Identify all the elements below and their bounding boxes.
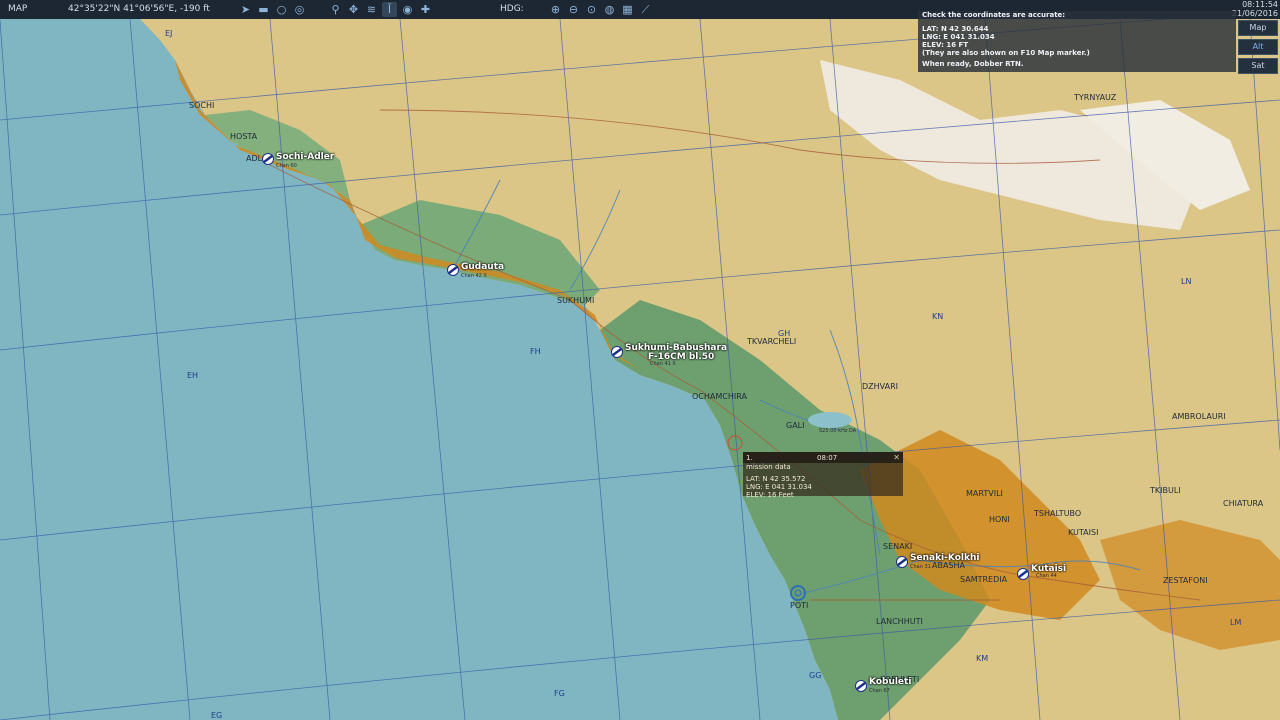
grid-square-label: EH xyxy=(187,371,199,380)
layer-alt-button[interactable]: Alt xyxy=(1238,39,1278,55)
place-label: TKVARCHELI xyxy=(747,337,797,346)
airfield-name: Sochi-Adler xyxy=(276,152,335,162)
airfield-icon[interactable] xyxy=(855,680,867,692)
mission-title: mission data xyxy=(746,463,791,471)
mission-header: 1. 08:07 ✕ xyxy=(743,452,903,463)
place-label: TKIBULI xyxy=(1150,486,1181,495)
place-label: AMBROLAURI xyxy=(1172,412,1226,421)
grid-square-label: FG xyxy=(554,689,565,698)
grid-square-label: EG xyxy=(211,711,223,720)
grid-square-label: GG xyxy=(809,671,822,680)
message-line: ELEV: 16 FT xyxy=(922,41,969,49)
circle-draw-icon[interactable]: ○ xyxy=(274,2,289,17)
mission-elev: ELEV: 16 Feet xyxy=(746,491,794,499)
airfield-channel: Chan 60 xyxy=(276,163,297,169)
clock-date: 21/06/2016 xyxy=(1231,9,1278,18)
clock-time: 08:11:54 xyxy=(1242,0,1278,9)
airfield-channel: Chan 67 xyxy=(869,688,890,694)
mission-time: 08:07 xyxy=(817,454,838,462)
airfield-channel: Chan 42 X xyxy=(461,273,487,279)
vehicle-icon[interactable]: ▬ xyxy=(256,2,271,17)
target-icon[interactable]: ✥ xyxy=(346,2,361,17)
airfield-icon[interactable] xyxy=(1017,568,1029,580)
mode-label: MAP xyxy=(8,4,28,14)
airfield-icon[interactable] xyxy=(896,556,908,568)
place-label: LANCHHUTI xyxy=(876,617,923,626)
mission-data-box[interactable]: 1. 08:07 ✕ mission data LAT: N 42 35.572… xyxy=(743,452,903,499)
airfield-icon[interactable] xyxy=(262,153,274,165)
unit-label: F-16CM bl.50 xyxy=(648,352,715,362)
message-title: Check the coordinates are accurate: xyxy=(922,11,1066,19)
message-panel: Check the coordinates are accurate: LAT:… xyxy=(918,11,1236,72)
place-label: SUKHUMI xyxy=(557,296,595,305)
place-label: HOSTA xyxy=(230,132,258,141)
grid-icon[interactable]: ▦ xyxy=(620,2,635,17)
mission-index: 1. xyxy=(746,454,753,462)
comms-icon[interactable]: ◉ xyxy=(400,2,415,17)
grid-square-label: KM xyxy=(976,654,989,663)
place-label: MARTVILI xyxy=(966,489,1003,498)
place-label: ADL xyxy=(246,154,263,163)
tower-icon[interactable]: Ī xyxy=(382,2,397,17)
clock: 08:11:54 21/06/2016 xyxy=(1232,0,1278,18)
layer-buttons: Map Alt Sat xyxy=(1238,20,1278,77)
heading-label: HDG: xyxy=(500,4,524,14)
message-line: LAT: N 42 30.644 xyxy=(922,25,989,33)
place-label: OCHAMCHIRA xyxy=(692,392,747,401)
airfield-channel: Chan 31 xyxy=(910,564,931,570)
place-label: ZESTAFONI xyxy=(1163,576,1208,585)
place-label: CHIATURA xyxy=(1223,499,1264,508)
zoom-out-icon[interactable]: ⊖ xyxy=(566,2,581,17)
flight-plan-icon[interactable]: ➤ xyxy=(238,2,253,17)
layer-sat-button[interactable]: Sat xyxy=(1238,58,1278,74)
airfield-icon[interactable] xyxy=(611,346,623,358)
place-label: KUTAISI xyxy=(1068,528,1099,537)
airfield-name: Senaki-Kolkhi xyxy=(910,553,980,563)
place-label: POTI xyxy=(790,601,809,610)
wireless-icon[interactable]: ≋ xyxy=(364,2,379,17)
zoom-fit-icon[interactable]: ⊙ xyxy=(584,2,599,17)
close-icon[interactable]: ✕ xyxy=(893,454,900,462)
chat-icon[interactable]: ◎ xyxy=(292,2,307,17)
grid-square-label: LM xyxy=(1230,618,1242,627)
message-line: (They are also shown on F10 Map marker.) xyxy=(922,49,1090,57)
place-label: HONI xyxy=(989,515,1010,524)
place-label: TYRNYAUZ xyxy=(1074,93,1117,102)
zoom-in-icon[interactable]: ⊕ xyxy=(548,2,563,17)
place-label: SOCHI xyxy=(189,101,215,110)
message-line: When ready, Dobber RTN. xyxy=(922,60,1024,68)
network-icon[interactable]: ⚲ xyxy=(328,2,343,17)
move-icon[interactable]: ✚ xyxy=(418,2,433,17)
airfield-channel: Chan 44 xyxy=(1036,573,1057,579)
place-label: GALI xyxy=(786,421,805,430)
lake xyxy=(808,412,852,428)
grid-square-label: FH xyxy=(530,347,541,356)
cursor-coordinates: 42°35'22"N 41°06'56"E, -190 ft xyxy=(68,4,210,14)
message-line: LNG: E 041 31.034 xyxy=(922,33,995,41)
airfield-icon[interactable] xyxy=(447,264,459,276)
globe-icon[interactable]: ◍ xyxy=(602,2,617,17)
ruler-icon[interactable]: ⟋ xyxy=(638,2,653,17)
grid-square-label: KN xyxy=(932,312,944,321)
navaid-label: S25:00 kHz DA xyxy=(819,428,857,434)
airfield-name: Gudauta xyxy=(461,262,505,272)
grid-square-label: EJ xyxy=(165,29,173,38)
layer-map-button[interactable]: Map xyxy=(1238,20,1278,36)
place-label: SENAKI xyxy=(883,542,913,551)
place-label: TSHALTUBO xyxy=(1034,509,1082,518)
mission-lat: LAT: N 42 35.572 xyxy=(746,475,806,483)
grid-square-label: LN xyxy=(1181,277,1192,286)
airfield-name: Kobuleti xyxy=(869,677,912,687)
place-label: DZHVARI xyxy=(862,382,899,391)
place-label: SAMTREDIA xyxy=(960,575,1008,584)
mission-lng: LNG: E 041 31.034 xyxy=(746,483,812,491)
